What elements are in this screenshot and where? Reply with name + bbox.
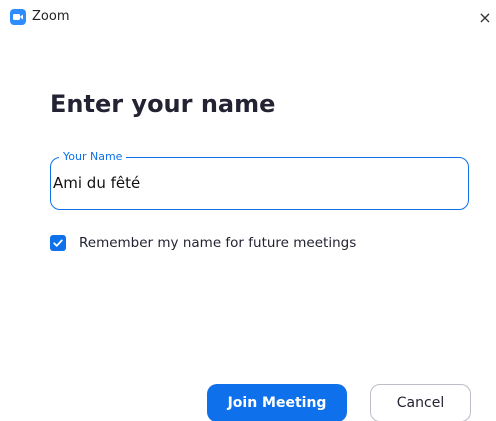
title-bar: Zoom × — [0, 0, 496, 34]
your-name-label: Your Name — [59, 150, 127, 164]
your-name-input[interactable] — [53, 170, 453, 196]
checkmark-icon — [53, 239, 63, 247]
remember-name-checkbox[interactable] — [50, 235, 66, 251]
your-name-field: Your Name — [50, 150, 469, 210]
zoom-camera-icon — [10, 9, 26, 25]
remember-name-option[interactable]: Remember my name for future meetings — [50, 233, 356, 253]
remember-name-label: Remember my name for future meetings — [79, 235, 357, 251]
page-title: Enter your name — [50, 90, 276, 118]
cancel-button[interactable]: Cancel — [370, 384, 471, 421]
zoom-window: Zoom × Enter your name Your Name Remembe… — [0, 0, 496, 421]
close-icon[interactable]: × — [474, 6, 496, 28]
window-title: Zoom — [32, 9, 70, 24]
join-meeting-button[interactable]: Join Meeting — [207, 384, 347, 421]
